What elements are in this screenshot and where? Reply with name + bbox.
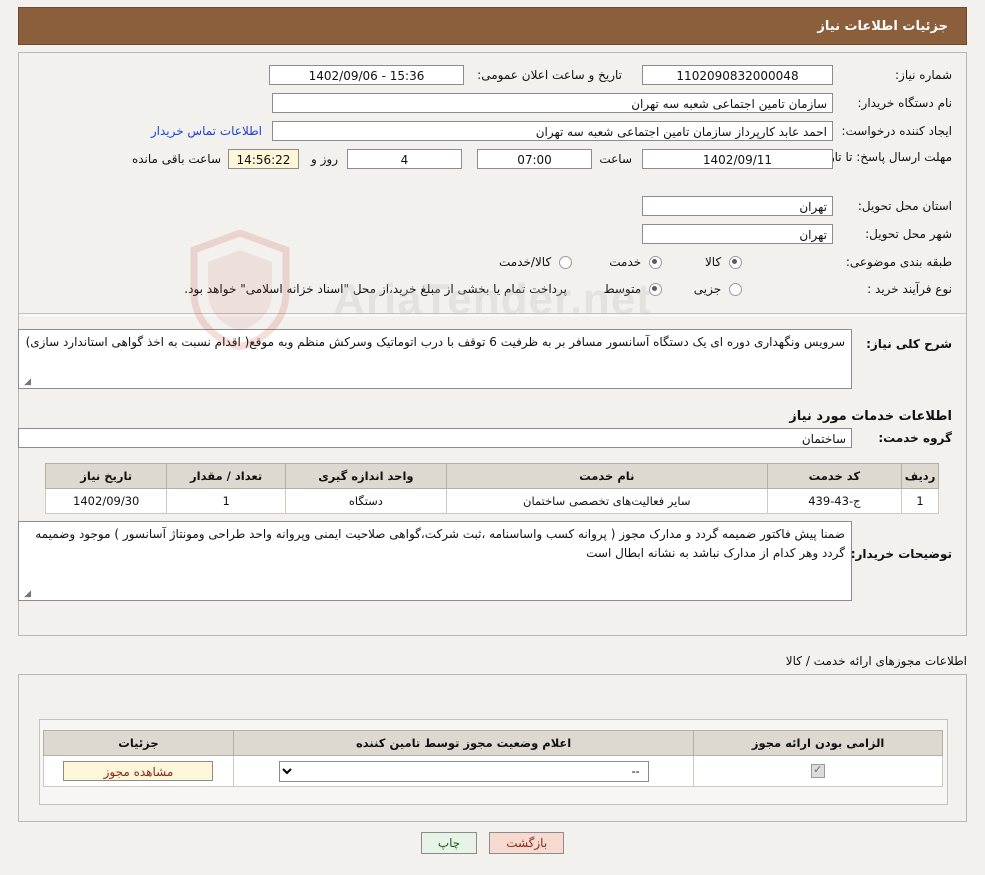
announce-datetime-value: 15:36 - 1402/09/06 [269, 65, 464, 85]
province-value: تهران [642, 196, 833, 216]
back-button[interactable]: بازگشت [489, 832, 565, 854]
licenses-panel: الزامی بودن ارائه مجوز اعلام وضعیت مجوز … [18, 674, 967, 822]
page-title: جزئیات اطلاعات نیاز [817, 18, 948, 34]
divider-1b [19, 315, 966, 316]
requester-label: ایجاد کننده درخواست: [841, 124, 952, 138]
th-service-code: کد خدمت [766, 463, 903, 489]
table-row: -- مشاهده مجوز [43, 755, 943, 787]
buyer-notes-label: توضیحات خریدار: [850, 547, 952, 561]
category-option-khedmat-label: خدمت [609, 255, 642, 269]
city-value: تهران [642, 224, 833, 244]
licenses-table: الزامی بودن ارائه مجوز اعلام وضعیت مجوز … [43, 730, 943, 787]
cell-license-required [693, 755, 943, 787]
th-quantity: تعداد / مقدار [166, 463, 286, 489]
cell-service-code: ج-43-439 [766, 488, 903, 514]
radio-khedmat-icon[interactable] [649, 256, 662, 269]
th-license-detail: جزئیات [43, 730, 234, 756]
th-service-name: نام خدمت [445, 463, 768, 489]
licenses-subpanel: الزامی بودن ارائه مجوز اعلام وضعیت مجوز … [39, 719, 948, 805]
process-label: نوع فرآیند خرید : [867, 282, 952, 296]
category-option-khedmat[interactable]: خدمت [609, 255, 662, 269]
need-number-label: شماره نیاز: [895, 68, 952, 82]
remaining-days-value: 4 [347, 149, 462, 169]
radio-jozee-icon[interactable] [729, 283, 742, 296]
table-row: 1 ج-43-439 سایر فعالیت‌های تخصصی ساختمان… [44, 488, 939, 514]
licenses-section-label: اطلاعات مجوزهای ارائه خدمت / کالا [785, 654, 967, 668]
page-header: جزئیات اطلاعات نیاز [18, 7, 967, 45]
category-label: طبقه بندی موضوعی: [845, 255, 952, 269]
th-need-date: تاریخ نیاز [44, 463, 168, 489]
need-details-panel: شماره نیاز: 1102090832000048 تاریخ و ساع… [18, 52, 967, 636]
service-section-heading: اطلاعات خدمات مورد نیاز [789, 409, 952, 424]
licenses-table-header-row: الزامی بودن ارائه مجوز اعلام وضعیت مجوز … [43, 730, 943, 756]
resize-grip-icon[interactable]: ◢ [22, 378, 31, 387]
radio-kala-icon[interactable] [729, 256, 742, 269]
licenses-table-wrap: الزامی بودن ارائه مجوز اعلام وضعیت مجوز … [43, 730, 943, 787]
license-required-checkbox[interactable] [811, 763, 826, 779]
process-option-jozee-label: جزیی [693, 282, 722, 296]
radio-kala-khedmat-icon[interactable] [559, 256, 572, 269]
remaining-label: ساعت باقی مانده [131, 152, 221, 166]
radio-motavaset-icon[interactable] [649, 283, 662, 296]
process-note: پرداخت تمام یا بخشی از مبلغ خرید،از محل … [184, 282, 567, 296]
cell-license-status: -- [232, 755, 695, 787]
th-row: ردیف [901, 463, 939, 489]
deadline-hour-value: 07:00 [477, 149, 592, 169]
buyer-org-value: سازمان تامین اجتماعی شعبه سه تهران [272, 93, 833, 113]
description-text: سرویس ونگهداری دوره ای یک دستگاه آسانسور… [25, 335, 845, 349]
process-option-motavaset-label: متوسط [603, 282, 642, 296]
cell-service-name: سایر فعالیت‌های تخصصی ساختمان [445, 488, 768, 514]
buyer-org-label: نام دستگاه خریدار: [857, 96, 953, 110]
need-number-value: 1102090832000048 [642, 65, 833, 85]
process-option-motavaset[interactable]: متوسط [603, 282, 662, 296]
buyer-notes-text: ضمنا پیش فاکتور ضمیمه گردد و مدارک مجوز … [35, 527, 845, 560]
footer-buttons: بازگشت چاپ [0, 832, 985, 854]
services-table-wrap: ردیف کد خدمت نام خدمت واحد اندازه گیری ت… [44, 463, 939, 514]
view-license-button[interactable]: مشاهده مجوز [63, 761, 214, 781]
province-label: استان محل تحویل: [857, 199, 952, 213]
cell-quantity: 1 [166, 488, 286, 514]
services-table: ردیف کد خدمت نام خدمت واحد اندازه گیری ت… [44, 463, 939, 514]
category-option-kala[interactable]: کالا [705, 255, 742, 269]
cell-license-detail: مشاهده مجوز [43, 755, 234, 787]
buyer-notes-value[interactable]: ضمنا پیش فاکتور ضمیمه گردد و مدارک مجوز … [18, 521, 852, 601]
divider-1 [19, 313, 966, 314]
days-label: روز و [311, 152, 338, 166]
category-option-kala-khedmat-label: کالا/خدمت [498, 255, 552, 269]
category-option-kala-label: کالا [704, 255, 722, 269]
license-status-select[interactable]: -- [278, 760, 649, 782]
category-option-kala-khedmat[interactable]: کالا/خدمت [499, 255, 572, 269]
cell-row: 1 [901, 488, 939, 514]
th-license-status: اعلام وضعیت مجوز توسط تامین کننده [232, 730, 695, 756]
cell-need-date: 1402/09/30 [44, 488, 168, 514]
th-license-required: الزامی بودن ارائه مجوز [693, 730, 943, 756]
deadline-date-value: 1402/09/11 [642, 149, 833, 169]
services-table-header-row: ردیف کد خدمت نام خدمت واحد اندازه گیری ت… [44, 463, 939, 489]
service-group-value: ساختمان [18, 428, 852, 448]
process-option-jozee[interactable]: جزیی [694, 282, 742, 296]
deadline-label: مهلت ارسال پاسخ: تا تاریخ: [813, 150, 952, 164]
announce-datetime-label: تاریخ و ساعت اعلان عمومی: [477, 68, 622, 82]
description-label: شرح کلی نیاز: [866, 337, 952, 351]
description-value[interactable]: سرویس ونگهداری دوره ای یک دستگاه آسانسور… [18, 329, 852, 389]
buyer-contact-link[interactable]: اطلاعات تماس خریدار [151, 124, 262, 138]
page-root: جزئیات اطلاعات نیاز AriaTender.net شماره… [0, 0, 985, 875]
hour-label: ساعت [599, 152, 632, 166]
remaining-time-value: 14:56:22 [228, 149, 299, 169]
cell-unit: دستگاه [284, 488, 447, 514]
print-button[interactable]: چاپ [420, 832, 478, 854]
resize-grip-icon-2[interactable]: ◢ [22, 590, 31, 599]
service-group-label: گروه خدمت: [878, 431, 952, 445]
city-label: شهر محل تحویل: [865, 227, 952, 241]
th-unit: واحد اندازه گیری [284, 463, 447, 489]
requester-value: احمد عابد کارپرداز سازمان تامین اجتماعی … [272, 121, 833, 141]
